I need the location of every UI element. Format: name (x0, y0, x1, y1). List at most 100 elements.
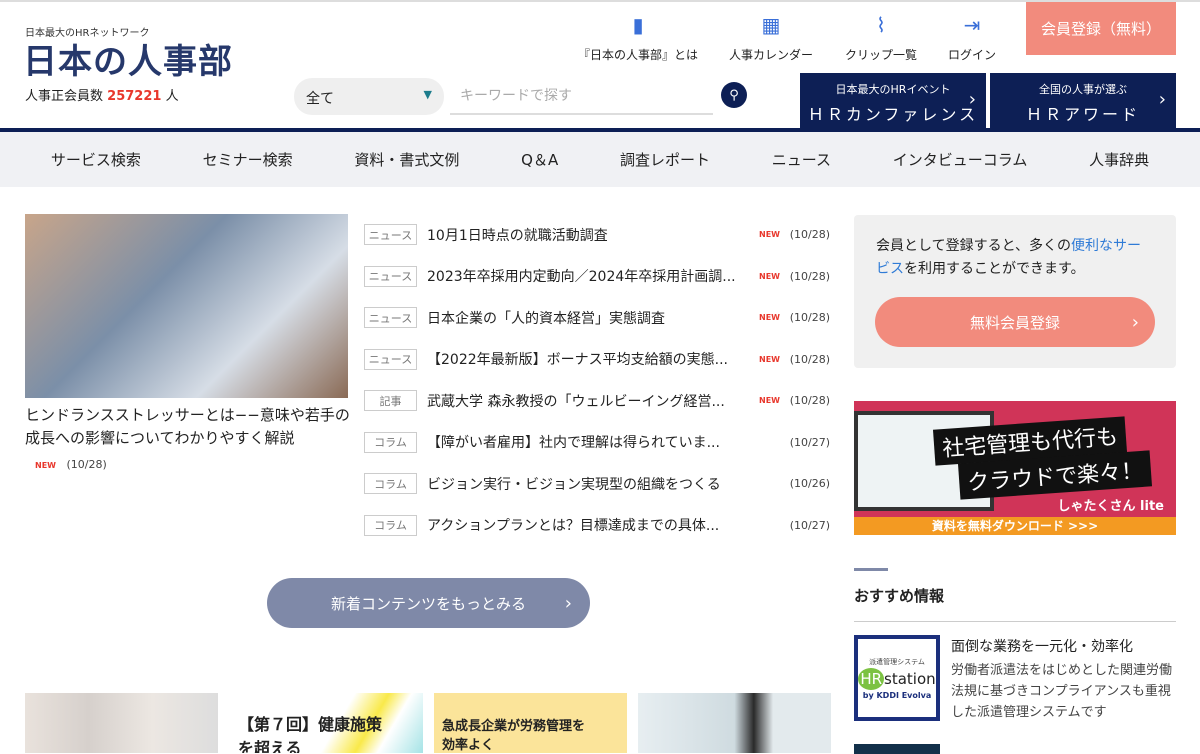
menu-dictionary[interactable]: 人事辞典 (1089, 149, 1149, 170)
category-tag: ニュース (364, 265, 417, 287)
category-value: 全て (306, 91, 334, 107)
nav-login[interactable]: ⇥ ログイン (948, 10, 996, 63)
member-count: 人事正会員数 257221 人 (25, 89, 179, 104)
category-tag: 記事 (364, 390, 417, 412)
chevron-right-icon: › (1158, 89, 1166, 110)
news-date: (10/28) (789, 394, 830, 408)
recommend-heading: おすすめ情報 (854, 587, 945, 605)
category-tag: コラム (364, 514, 417, 536)
category-select[interactable]: 全て ▼ (294, 78, 444, 115)
site-logo[interactable]: 日本の人事部 (23, 34, 233, 83)
feature-title[interactable]: ヒンドランスストレッサーとは−−意味や若手の成長への影響についてわかりやすく解説 (25, 404, 350, 450)
nav-label: 人事カレンダー (729, 48, 814, 62)
divider (854, 621, 1176, 622)
new-badge: NEW (759, 396, 780, 406)
news-item[interactable]: ニュース 【2022年最新版】ボーナス平均支給額の実態... NEW (10/28) (364, 339, 830, 381)
menu-seminar-search[interactable]: セミナー検索 (203, 149, 293, 170)
menu-qa[interactable]: Q＆A (521, 149, 558, 170)
banner-cta: 資料を無料ダウンロード >>> (854, 517, 1176, 535)
logo-sub: 派遣管理システム (869, 657, 925, 666)
news-title[interactable]: アクションプランとは？目標達成までの具体... (427, 515, 752, 535)
login-icon: ⇥ (963, 13, 981, 37)
news-item[interactable]: コラム 【障がい者雇用】社内で理解は得られていま... (10/27) (364, 422, 830, 464)
news-item[interactable]: ニュース 2023年卒採用内定動向／2024年卒採用計画調... NEW (10/28… (364, 256, 830, 298)
banner-brand: しゃたくさん lite (1057, 499, 1164, 514)
chevron-right-icon: › (564, 592, 572, 614)
more-content-button[interactable]: 新着コンテンツをもっとみる › (267, 578, 590, 628)
hrstation-logo[interactable]: 派遣管理システム HR station by KDDI Evolva (854, 635, 940, 721)
thumbnail-3[interactable]: 急成長企業が労務管理を効率よく (434, 693, 627, 753)
category-tag: ニュース (364, 307, 417, 329)
panel-text: を利用することができます。 (904, 261, 1085, 277)
category-tag: ニュース (364, 224, 417, 246)
dropdown-arrow-icon: ▼ (423, 88, 432, 101)
nav-label: ログイン (948, 48, 997, 62)
news-title[interactable]: 武蔵大学 森永教授の「ウェルビーイング経営... (427, 391, 752, 411)
feature-date: (10/28) (66, 458, 107, 471)
ad-banner[interactable]: 社宅管理も代行も クラウドで楽々！ しゃたくさん lite 資料を無料ダウンロー… (854, 401, 1176, 535)
nav-calendar[interactable]: ▦ 人事カレンダー (729, 10, 813, 63)
logo-by: by KDDI Evolva (862, 690, 932, 700)
new-badge: NEW (759, 354, 780, 364)
menu-reports[interactable]: 調査レポート (620, 149, 710, 170)
logo-hr: HR (858, 667, 885, 690)
main-menu: サービス検索 セミナー検索 資料・書式文例 Q＆A 調査レポート ニュース イン… (0, 132, 1200, 187)
news-date: (10/27) (789, 435, 830, 449)
category-tag: コラム (364, 431, 417, 453)
register-button[interactable]: 会員登録（無料） (1026, 2, 1176, 55)
news-title[interactable]: 日本企業の「人的資本経営」実態調査 (427, 308, 752, 328)
feature-image[interactable] (25, 214, 348, 398)
news-title[interactable]: 【障がい者雇用】社内で理解は得られていま... (427, 432, 752, 452)
chevron-right-icon: › (1131, 311, 1139, 333)
search-input[interactable] (450, 78, 713, 115)
hr-conference-sub: 日本最大のHRイベント (835, 83, 951, 96)
recommend-image-2[interactable] (854, 744, 940, 754)
thumbnail-2[interactable]: 【第７回】健康施策を超える (230, 693, 423, 753)
news-item[interactable]: ニュース 日本企業の「人的資本経営」実態調査 NEW (10/28) (364, 297, 830, 339)
search-icon: ⚲ (729, 87, 739, 103)
thumb-text: 【第７回】健康施策を超える (238, 715, 383, 753)
category-tag: コラム (364, 473, 417, 495)
feature-meta: NEW (10/28) (35, 458, 107, 471)
news-date: (10/28) (789, 228, 830, 242)
paperclip-icon: ⌇ (876, 13, 886, 37)
new-badge: NEW (35, 461, 56, 470)
more-label: 新着コンテンツをもっとみる (330, 594, 526, 613)
menu-interview[interactable]: インタビューコラム (893, 149, 1028, 170)
hr-award-button[interactable]: 全国の人事が選ぶ ＨＲアワード › (990, 73, 1176, 128)
news-date: (10/28) (789, 311, 830, 325)
nav-clips[interactable]: ⌇ クリップ一覧 (845, 10, 917, 63)
news-item[interactable]: ニュース 10月1日時点の就職活動調査 NEW (10/28) (364, 214, 830, 256)
thumbnail-1[interactable] (25, 693, 218, 753)
nav-about[interactable]: ▮ 『日本の人事部』とは (578, 10, 698, 63)
thumbnail-4[interactable] (638, 693, 831, 753)
menu-documents[interactable]: 資料・書式文例 (354, 149, 459, 170)
news-title[interactable]: ビジョン実行・ビジョン実現型の組織をつくる (427, 474, 752, 494)
news-date: (10/28) (789, 352, 830, 366)
news-title[interactable]: 2023年卒採用内定動向／2024年卒採用計画調... (427, 266, 752, 286)
recommend-title[interactable]: 面倒な業務を一元化・効率化 (951, 636, 1133, 656)
free-register-button[interactable]: 無料会員登録 › (875, 297, 1155, 347)
menu-service-search[interactable]: サービス検索 (51, 149, 141, 170)
logo-station: station (884, 669, 936, 688)
news-item[interactable]: コラム ビジョン実行・ビジョン実現型の組織をつくる (10/26) (364, 463, 830, 505)
bookmark-icon: ▮ (632, 13, 644, 37)
news-item[interactable]: 記事 武蔵大学 森永教授の「ウェルビーイング経営... NEW (10/28) (364, 380, 830, 422)
menu-news[interactable]: ニュース (772, 149, 831, 170)
news-date: (10/28) (789, 269, 830, 283)
nav-label: 『日本の人事部』とは (578, 48, 699, 62)
hr-conference-title: ＨＲカンファレンス (807, 105, 979, 124)
section-accent (854, 568, 888, 571)
thumb-text: 急成長企業が労務管理を効率よく (442, 719, 586, 753)
free-register-label: 無料会員登録 (969, 313, 1060, 332)
news-item[interactable]: コラム アクションプランとは？目標達成までの具体... (10/27) (364, 505, 830, 547)
news-title[interactable]: 【2022年最新版】ボーナス平均支給額の実態... (427, 349, 752, 369)
calendar-icon: ▦ (761, 13, 781, 37)
new-badge: NEW (759, 230, 780, 240)
news-date: (10/27) (789, 518, 830, 532)
news-title[interactable]: 10月1日時点の就職活動調査 (427, 225, 752, 245)
hr-conference-button[interactable]: 日本最大のHRイベント ＨＲカンファレンス › (800, 73, 986, 128)
recommend-description: 労働者派遣法をはじめとした関連労働法規に基づきコンプライアンスも重視した派遣管理… (951, 663, 1173, 720)
search-button[interactable]: ⚲ (721, 82, 747, 108)
news-list: ニュース 10月1日時点の就職活動調査 NEW (10/28) ニュース 2023年卒採用… (364, 214, 830, 546)
